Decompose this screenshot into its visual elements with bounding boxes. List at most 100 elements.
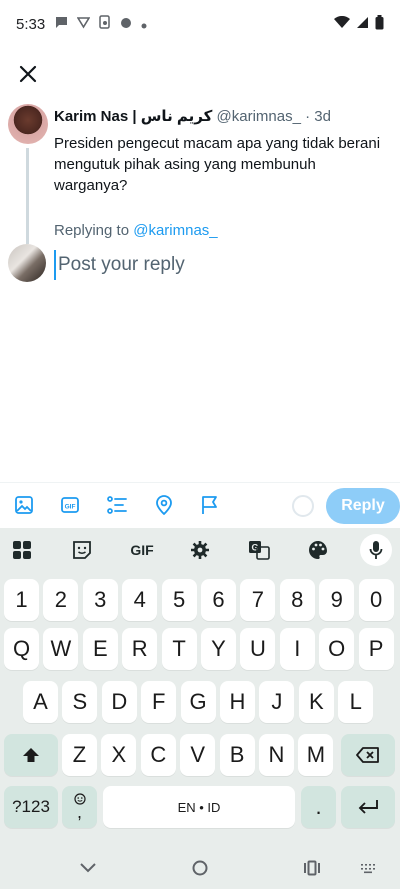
navigation-bar — [0, 846, 400, 889]
key-m[interactable]: M — [298, 734, 334, 776]
character-counter — [292, 495, 314, 517]
nav-home-button[interactable] — [186, 854, 214, 882]
key-v[interactable]: V — [180, 734, 216, 776]
key-k[interactable]: K — [298, 681, 334, 723]
key-9[interactable]: 9 — [319, 579, 355, 621]
add-image-button[interactable] — [12, 493, 36, 517]
chat-icon — [55, 16, 68, 33]
key-z[interactable]: Z — [62, 734, 97, 776]
key-7[interactable]: 7 — [240, 579, 276, 621]
key-u[interactable]: U — [240, 628, 276, 670]
notification-icons — [55, 15, 147, 33]
key-1[interactable]: 1 — [4, 579, 39, 621]
space-key[interactable]: EN • ID — [103, 786, 295, 828]
replying-to: Replying to @karimnas_ — [54, 222, 218, 239]
voice-input-button[interactable] — [360, 534, 392, 566]
key-g[interactable]: G — [180, 681, 216, 723]
sticker-button[interactable] — [68, 536, 96, 564]
period-key[interactable]: . — [301, 786, 336, 828]
gear-icon — [191, 541, 209, 559]
palette-icon — [309, 541, 327, 559]
keyboard-toolbar: GIF G — [0, 528, 400, 572]
thread-connector-line — [26, 148, 29, 244]
replying-to-handle[interactable]: @karimnas_ — [133, 222, 217, 239]
author-name[interactable]: Karim Nas | كريم ناس — [54, 108, 212, 125]
key-x[interactable]: X — [101, 734, 137, 776]
backspace-key[interactable] — [341, 734, 395, 776]
reply-button[interactable]: Reply — [326, 488, 400, 524]
key-p[interactable]: P — [358, 628, 394, 670]
add-location-button[interactable] — [152, 493, 176, 517]
key-y[interactable]: Y — [201, 628, 236, 670]
key-i[interactable]: I — [279, 628, 315, 670]
key-n[interactable]: N — [259, 734, 294, 776]
status-bar: 5:33 — [0, 0, 400, 48]
key-e[interactable]: E — [82, 628, 118, 670]
symbols-key[interactable]: ?123 — [4, 786, 58, 828]
flag-button[interactable] — [198, 493, 222, 517]
enter-key[interactable] — [341, 786, 395, 828]
key-h[interactable]: H — [220, 681, 255, 723]
close-button[interactable] — [14, 60, 42, 88]
key-q[interactable]: Q — [4, 628, 39, 670]
key-2[interactable]: 2 — [43, 579, 79, 621]
location-pin-icon — [156, 495, 172, 515]
wifi-icon — [334, 15, 350, 33]
key-6[interactable]: 6 — [201, 579, 236, 621]
meta-separator: · — [305, 108, 315, 125]
nav-back-button[interactable] — [74, 854, 102, 882]
key-3[interactable]: 3 — [82, 579, 118, 621]
keyboard-switch-button[interactable] — [354, 854, 382, 882]
nav-recents-button[interactable] — [298, 854, 326, 882]
home-circle-icon — [192, 860, 208, 876]
key-s[interactable]: S — [62, 681, 98, 723]
author-avatar[interactable] — [8, 104, 48, 144]
tweet-text: Presiden pengecut macam apa yang tidak b… — [54, 135, 381, 194]
translate-icon: G — [249, 541, 270, 560]
battery-icon — [375, 14, 384, 34]
author-handle[interactable]: @karimnas_ — [217, 108, 301, 125]
add-gif-button[interactable]: GIF — [58, 493, 82, 517]
grid-icon — [13, 541, 31, 559]
key-8[interactable]: 8 — [279, 579, 315, 621]
key-f[interactable]: F — [141, 681, 177, 723]
emoji-comma-key[interactable]: , — [62, 786, 97, 828]
key-r[interactable]: R — [122, 628, 158, 670]
add-poll-button[interactable] — [105, 493, 129, 517]
keyboard-apps-button[interactable] — [8, 536, 36, 564]
key-l[interactable]: L — [338, 681, 374, 723]
theme-button[interactable] — [304, 536, 332, 564]
shift-arrow-icon — [23, 748, 39, 762]
tweet-header: Karim Nas | كريم ناس @karimnas_ · 3d — [54, 107, 331, 125]
key-a[interactable]: A — [23, 681, 58, 723]
key-c[interactable]: C — [140, 734, 176, 776]
reply-input[interactable] — [54, 250, 384, 280]
chevron-down-icon — [80, 863, 96, 873]
key-t[interactable]: T — [161, 628, 197, 670]
tweet-age: 3d — [314, 108, 331, 125]
key-4[interactable]: 4 — [122, 579, 158, 621]
keyboard-settings-button[interactable] — [186, 536, 214, 564]
close-icon — [19, 65, 37, 83]
key-o[interactable]: O — [319, 628, 355, 670]
app-notification-icon — [120, 16, 132, 33]
key-w[interactable]: W — [43, 628, 79, 670]
on-screen-keyboard: GIF G 1234567890QWERTYUIOPASDFGHJKLZXCVB… — [0, 528, 400, 889]
vpn-shield-icon — [76, 16, 91, 33]
gif-keyboard-button[interactable]: GIF — [126, 536, 158, 564]
translate-button[interactable]: G — [245, 536, 273, 564]
key-d[interactable]: D — [101, 681, 137, 723]
key-0[interactable]: 0 — [358, 579, 394, 621]
key-j[interactable]: J — [259, 681, 295, 723]
poll-icon — [107, 496, 127, 514]
keyboard-icon — [361, 864, 375, 874]
key-5[interactable]: 5 — [161, 579, 197, 621]
microphone-icon — [369, 541, 383, 559]
screenshot-icon — [99, 15, 111, 33]
user-avatar[interactable] — [8, 244, 46, 282]
shift-key[interactable] — [4, 734, 58, 776]
key-b[interactable]: B — [219, 734, 255, 776]
replying-to-label: Replying to — [54, 222, 130, 239]
signal-icon — [356, 16, 369, 33]
image-icon — [15, 496, 33, 514]
